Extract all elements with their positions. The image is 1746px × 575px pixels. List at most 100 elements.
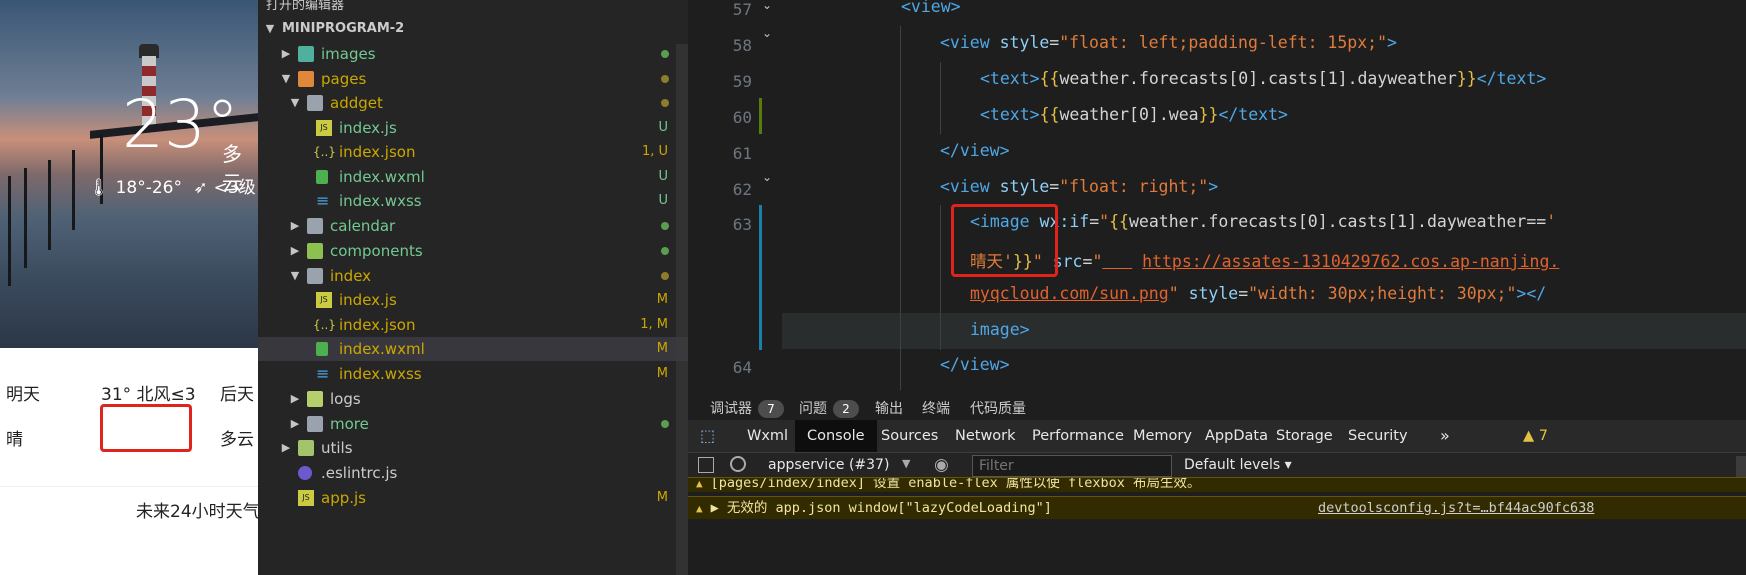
fold-chevron-icon[interactable]: ⌄ [762, 0, 772, 12]
tab-debugger[interactable]: 调试器 7 [710, 398, 784, 418]
code-line-57: <view> [901, 0, 961, 16]
chevron-right-icon: ▶ [281, 441, 291, 454]
chevron-down-icon[interactable]: ▼ [902, 457, 910, 470]
tree-item-addget-index-wxss[interactable]: ≡ index.wxss U [258, 189, 688, 213]
tree-item-app-js[interactable]: JS app.js M [258, 486, 688, 510]
folder-open-icon [298, 71, 314, 87]
line-number: 61 [732, 144, 752, 163]
tree-item-images[interactable]: ▶ images [258, 42, 688, 66]
chevron-right-icon: ▶ [290, 392, 300, 405]
chevron-down-icon: ▼ [290, 96, 300, 109]
tab-memory[interactable]: Memory [1133, 420, 1192, 452]
wind-icon: ➶ [193, 178, 208, 198]
explorer-scrollbar[interactable] [676, 44, 688, 575]
chevron-right-icon: ▶ [290, 244, 300, 257]
chevron-down-icon: ▼ [281, 72, 291, 85]
tab-appdata[interactable]: AppData [1205, 420, 1268, 452]
console-filter-input[interactable] [972, 455, 1172, 477]
tree-item-label: utils [321, 439, 353, 457]
tree-item-calendar[interactable]: ▶ calendar [258, 214, 688, 238]
weather-summary: 🌡18°-26° ➶<3级 💧 [88, 173, 258, 198]
tab-security[interactable]: Security [1348, 420, 1408, 452]
tree-item-label: index.wxss [339, 192, 422, 210]
dayafter-weather: 多云 [220, 430, 254, 450]
git-change-marker [759, 205, 762, 350]
eye-icon[interactable]: ◉ [934, 455, 949, 475]
line-number: 60 [732, 108, 752, 127]
tab-wxml[interactable]: Wxml [747, 420, 788, 452]
warning-count[interactable]: ▲ 7 [1523, 420, 1548, 452]
tree-item-addget-index-json[interactable]: {..} index.json 1, U [258, 140, 688, 164]
tree-item-more[interactable]: ▶ more [258, 412, 688, 436]
open-editors-header[interactable]: 打开的编辑器 [266, 0, 344, 13]
folder-icon [307, 218, 323, 234]
divider [0, 486, 258, 487]
tab-problems[interactable]: 问题 2 [799, 398, 859, 418]
line-number: 64 [732, 358, 752, 377]
tree-item-addget-index-js[interactable]: JS index.js U [258, 116, 688, 140]
log-levels-dropdown[interactable]: Default levels ▾ [1184, 457, 1292, 473]
file-explorer: 打开的编辑器 ▼ MINIPROGRAM-2 ▶ images ▼ pages … [258, 0, 688, 575]
tree-item-label: index.json [339, 316, 416, 334]
tree-item-label: components [330, 242, 423, 260]
tree-item-logs[interactable]: ▶ logs [258, 387, 688, 411]
status-dot [661, 75, 669, 83]
tab-terminal[interactable]: 终端 [922, 398, 950, 418]
status-dot [661, 420, 669, 428]
thermometer-icon: 🌡 [88, 178, 110, 198]
hourly-forecast-title: 未来24小时天气 [136, 502, 258, 522]
sidebar-toggle-icon[interactable] [698, 457, 714, 473]
tree-item-components[interactable]: ▶ components [258, 239, 688, 263]
tree-item-index-js[interactable]: JS index.js M [258, 288, 688, 312]
chevron-down-icon: ▼ [290, 269, 300, 282]
dayafter-label: 后天 [220, 385, 254, 405]
tab-performance[interactable]: Performance [1032, 420, 1124, 452]
tree-item-label: pages [321, 70, 367, 88]
fold-chevron-icon[interactable]: ⌄ [762, 170, 772, 184]
git-status-badge: M [656, 341, 668, 356]
tree-item-pages[interactable]: ▼ pages [258, 67, 688, 91]
tab-code-quality[interactable]: 代码质量 [970, 398, 1026, 418]
inspect-element-icon[interactable]: ⬚ [700, 420, 715, 452]
status-dot [661, 99, 669, 107]
clear-console-icon[interactable] [730, 456, 746, 472]
context-selector[interactable]: appservice (#37) [768, 457, 889, 473]
folder-icon [307, 391, 323, 407]
tree-item-addget-index-wxml[interactable]: index.wxml U [258, 165, 688, 189]
tab-network[interactable]: Network [955, 420, 1016, 452]
highlight-box-empty-icon [100, 404, 192, 452]
project-root[interactable]: ▼ MINIPROGRAM-2 [258, 17, 688, 41]
tab-sources[interactable]: Sources [881, 420, 938, 452]
fold-chevron-icon[interactable]: ⌄ [762, 26, 772, 40]
code-line-63c: myqcloud.com/sun.png" style="width: 30px… [970, 284, 1547, 303]
folder-icon [298, 440, 314, 456]
tree-item-label: .eslintrc.js [321, 464, 398, 482]
code-editor[interactable]: 57 58 59 60 61 62 63 64 ⌄ ⌄ ⌄ <view> <vi… [688, 0, 1746, 390]
indent-guide [940, 205, 941, 350]
git-status-badge: M [656, 366, 668, 381]
pier-post [48, 160, 51, 250]
git-change-marker [759, 98, 762, 134]
tab-console[interactable]: Console [795, 420, 877, 452]
tab-output[interactable]: 输出 [875, 398, 903, 418]
warning-icon: ▲ [696, 502, 703, 515]
tree-item-index-wxss[interactable]: ≡ index.wxss M [258, 362, 688, 386]
highlight-box-code [951, 204, 1058, 277]
tree-item-index-wxml[interactable]: index.wxml M [258, 337, 688, 361]
git-status-badge: 1, U [641, 144, 668, 159]
tree-item-eslintrc[interactable]: .eslintrc.js [258, 461, 688, 485]
tree-item-utils[interactable]: ▶ utils [258, 436, 688, 460]
tree-item-index[interactable]: ▼ index [258, 264, 688, 288]
tree-item-index-json[interactable]: {..} index.json 1, M [258, 313, 688, 337]
js-file-icon: JS [298, 490, 314, 506]
tab-storage[interactable]: Storage [1276, 420, 1333, 452]
git-status-badge: M [656, 490, 668, 505]
line-number: 63 [732, 215, 752, 234]
git-status-badge: U [658, 169, 668, 184]
code-line-60: <text>{{weather[0].wea}}</text> [980, 105, 1288, 124]
tree-item-addget[interactable]: ▼ addget [258, 91, 688, 115]
wxml-file-icon [316, 342, 328, 356]
more-tabs-icon[interactable]: » [1440, 420, 1450, 452]
js-file-icon: JS [316, 120, 332, 136]
log-source-link[interactable]: devtoolsconfig.js?t=…bf44ac90fc638 [1318, 497, 1594, 519]
